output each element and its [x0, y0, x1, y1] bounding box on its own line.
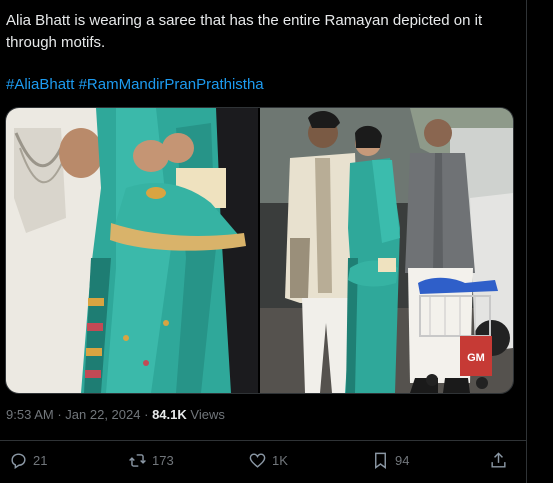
tweet-time: 9:53 AM [6, 407, 54, 422]
hashtag-ram-mandir[interactable]: #RamMandirPranPrathistha [79, 76, 264, 93]
tweet-meta: 9:53 AM · Jan 22, 2024 · 84.1K Views [6, 406, 225, 424]
share-button[interactable] [489, 451, 508, 470]
bookmark-icon [375, 452, 386, 470]
views-count: 84.1K [152, 407, 187, 422]
tweet-text: Alia Bhatt is wearing a saree that has t… [6, 12, 483, 51]
retweet-button[interactable]: 173 [128, 451, 174, 470]
like-count: 1K [272, 453, 288, 468]
tweet-actions: 21 173 1K 94 [0, 441, 527, 483]
bookmark-button[interactable]: 94 [371, 451, 409, 470]
like-button[interactable]: 1K [248, 451, 288, 470]
tweet-date: Jan 22, 2024 [65, 407, 141, 422]
tweet-card: Alia Bhatt is wearing a saree that has t… [0, 0, 527, 483]
views-label: Views [190, 407, 225, 422]
like-icon [249, 453, 266, 468]
share-icon [491, 452, 506, 468]
reply-count: 21 [33, 453, 48, 468]
media-photo-couple[interactable]: GM [260, 108, 513, 393]
meta-separator: · [144, 407, 149, 422]
retweet-count: 173 [152, 453, 174, 468]
meta-separator: · [57, 407, 62, 422]
cart-sign: GM [467, 352, 485, 364]
bookmark-count: 94 [395, 453, 410, 468]
tweet-media: GM [5, 107, 514, 394]
tweet-timestamp[interactable]: 9:53 AM · Jan 22, 2024 [6, 407, 140, 422]
media-photo-saree-closeup[interactable] [6, 108, 258, 393]
reply-button[interactable]: 21 [9, 451, 47, 470]
tweet-hashtags: #AliaBhatt #RamMandirPranPrathistha [6, 74, 264, 96]
retweet-icon [129, 454, 146, 467]
hashtag-alia-bhatt[interactable]: #AliaBhatt [6, 76, 74, 93]
reply-icon [11, 453, 26, 469]
